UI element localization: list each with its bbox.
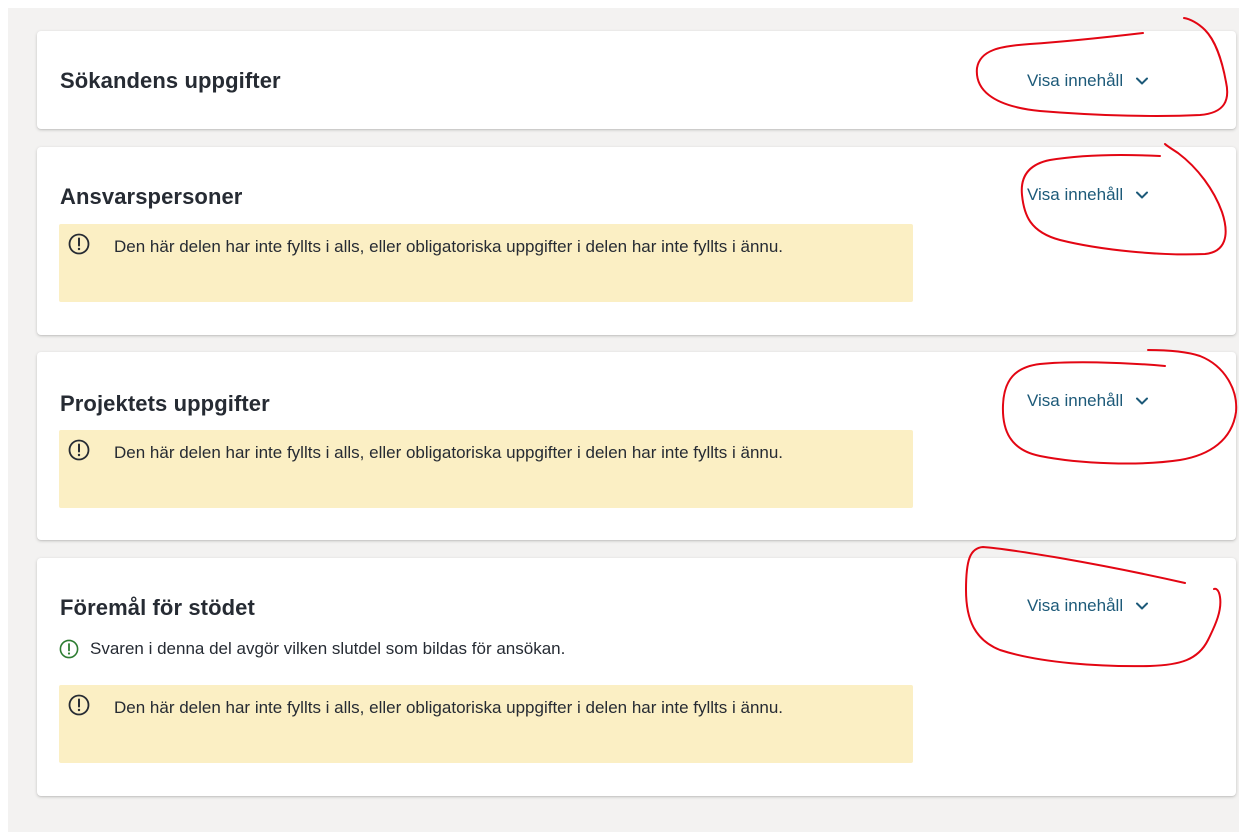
warning-text: Den här delen har inte fyllts i alls, el… — [114, 443, 784, 462]
show-content-label: Visa innehåll — [1027, 71, 1124, 90]
exclamation-circle-icon — [68, 233, 90, 255]
section-card-foremal-for-stodet: Föremål för stödet Visa innehåll Svaren … — [37, 558, 1236, 796]
chevron-down-icon — [1136, 191, 1149, 199]
chevron-down-icon — [1136, 602, 1149, 610]
section-card-sokandens-uppgifter: Sökandens uppgifter Visa innehåll — [37, 31, 1236, 129]
show-content-button[interactable]: Visa innehåll — [1027, 71, 1149, 91]
chevron-down-icon — [1136, 397, 1149, 405]
show-content-button[interactable]: Visa innehåll — [1027, 391, 1149, 411]
section-title: Projektets uppgifter — [60, 391, 270, 416]
incomplete-warning: Den här delen har inte fyllts i alls, el… — [59, 430, 913, 508]
section-title: Föremål för stödet — [60, 595, 255, 620]
show-content-button[interactable]: Visa innehåll — [1027, 185, 1149, 205]
section-card-ansvarspersoner: Ansvarspersoner Visa innehåll Den här de… — [37, 147, 1236, 335]
info-text: Svaren i denna del avgör vilken slutdel … — [90, 639, 566, 658]
incomplete-warning: Den här delen har inte fyllts i alls, el… — [59, 224, 913, 302]
show-content-button[interactable]: Visa innehåll — [1027, 596, 1149, 616]
warning-text: Den här delen har inte fyllts i alls, el… — [114, 237, 784, 256]
section-info-note: Svaren i denna del avgör vilken slutdel … — [59, 639, 565, 659]
exclamation-circle-icon — [68, 439, 90, 461]
show-content-label: Visa innehåll — [1027, 185, 1124, 204]
chevron-down-icon — [1136, 77, 1149, 85]
show-content-label: Visa innehåll — [1027, 596, 1124, 615]
incomplete-warning: Den här delen har inte fyllts i alls, el… — [59, 685, 913, 763]
exclamation-circle-icon — [68, 694, 90, 716]
section-title: Sökandens uppgifter — [60, 68, 281, 93]
warning-text: Den här delen har inte fyllts i alls, el… — [114, 698, 784, 717]
info-circle-icon — [59, 639, 79, 659]
section-title: Ansvarspersoner — [60, 184, 243, 209]
section-card-projektets-uppgifter: Projektets uppgifter Visa innehåll Den h… — [37, 352, 1236, 540]
show-content-label: Visa innehåll — [1027, 391, 1124, 410]
